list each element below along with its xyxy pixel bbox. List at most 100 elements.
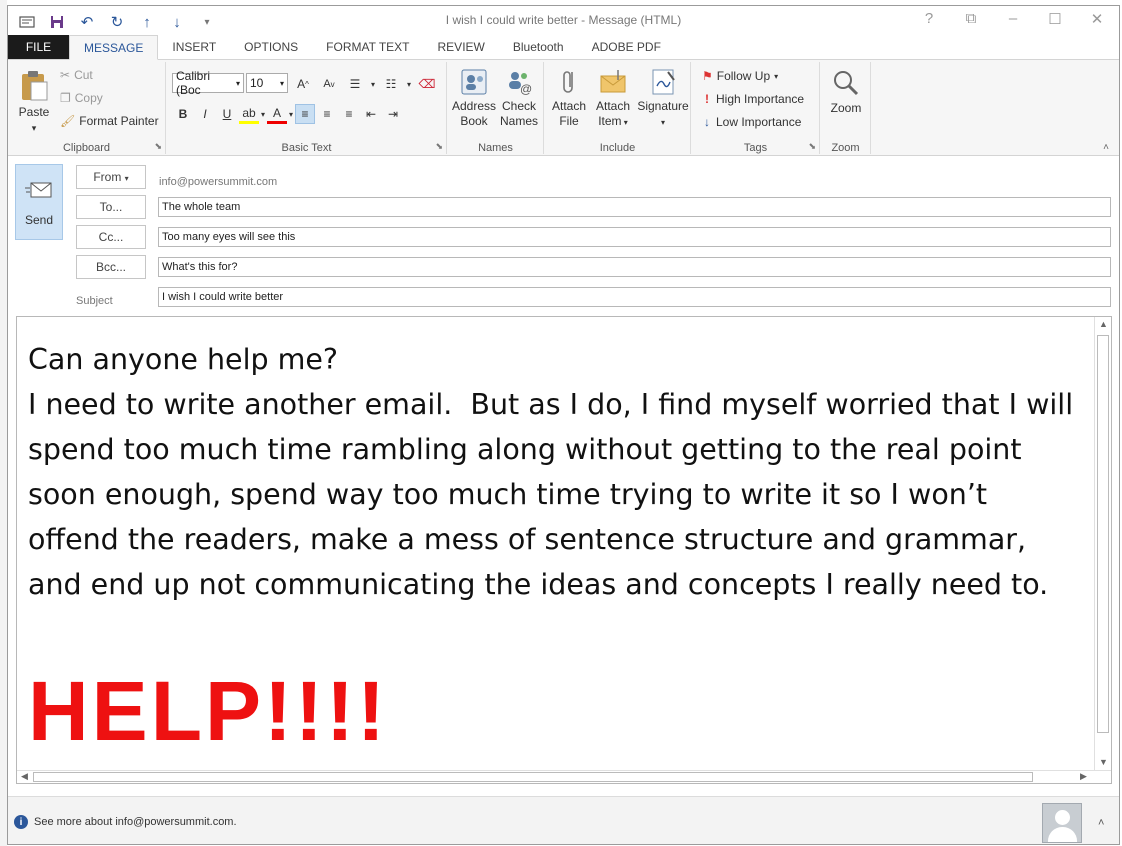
underline-icon[interactable]: U [217,104,237,124]
tab-insert[interactable]: INSERT [158,35,230,59]
zoom-group: Zoom Zoom [821,62,871,154]
attach-file-button[interactable]: Attach File [547,68,591,129]
highlight-dropdown-icon[interactable]: ▾ [261,110,265,119]
zoom-label: Zoom [830,101,862,115]
tab-adobe-pdf[interactable]: ADOBE PDF [578,35,675,59]
high-importance-button[interactable]: ! High Importance [702,92,804,106]
copy-label: Copy [74,91,103,105]
address-book-button[interactable]: Address Book [450,68,498,129]
cut-button[interactable]: ✂ Cut [60,68,93,82]
tab-message[interactable]: MESSAGE [69,35,159,60]
attach-item-button[interactable]: Attach Item ▾ [591,68,635,130]
horizontal-scrollbar[interactable]: ◀ ▶ [17,770,1111,783]
check-names-button[interactable]: @ Check Names [496,68,542,129]
avatar[interactable] [1042,803,1082,843]
message-body[interactable]: Can anyone help me? I need to write anot… [16,316,1112,784]
paperclip-icon [563,71,573,93]
bcc-button[interactable]: Bcc... [76,255,146,279]
title-bar: ↶ ↻ ↑ ↓ ▾ I wish I could write better - … [8,6,1119,36]
to-field[interactable]: The whole team [158,197,1111,217]
names-group-label: Names [478,142,513,154]
check-names-icon: @ [509,72,532,96]
decrease-indent-icon[interactable]: ⇤ [361,104,381,124]
close-icon[interactable]: ✕ [1083,10,1111,28]
scroll-left-icon[interactable]: ◀ [21,771,28,782]
tab-file[interactable]: FILE [8,35,69,59]
tab-format-text[interactable]: FORMAT TEXT [312,35,423,59]
flag-icon: ⚑ [702,69,713,83]
people-pane-info[interactable]: i See more about info@powersummit.com. [14,815,237,829]
clear-formatting-icon[interactable]: ⌫ [417,74,437,94]
shrink-font-icon[interactable]: Av [319,74,339,94]
collapse-ribbon-icon[interactable]: ˄ [1103,142,1109,153]
expand-people-pane-icon[interactable]: ˄ [1098,817,1104,829]
cc-button[interactable]: Cc... [76,225,146,249]
subject-label: Subject [76,295,113,307]
paste-icon [22,71,48,101]
follow-up-label: Follow Up [716,69,771,83]
attach-item-icon [600,70,626,93]
message-header: Send From ▾ info@powersummit.com To... T… [8,157,1119,317]
send-label: Send [24,213,54,227]
send-button[interactable]: Send [15,164,63,240]
grow-font-icon[interactable]: A ^ [293,74,313,94]
font-size-combo[interactable]: 10 ▾ [246,73,288,93]
horizontal-scroll-thumb[interactable] [33,772,1033,782]
vertical-scroll-thumb[interactable] [1097,335,1109,733]
ribbon-display-icon[interactable]: ⧉ [957,10,985,28]
tab-review[interactable]: REVIEW [424,35,499,59]
tab-bluetooth[interactable]: Bluetooth [499,35,578,59]
font-name-combo[interactable]: Calibri (Boc ▾ [172,69,244,97]
to-button[interactable]: To... [76,195,146,219]
signature-button[interactable]: Signature ▾ [637,68,689,130]
scroll-up-icon[interactable]: ▲ [1099,319,1108,329]
low-importance-button[interactable]: ↓ Low Importance [702,115,801,129]
bcc-field[interactable]: What's this for? [158,257,1111,277]
align-left-icon[interactable]: ≡ [295,104,316,124]
tab-options[interactable]: OPTIONS [230,35,312,59]
subject-field[interactable]: I wish I could write better [158,287,1111,307]
numbering-icon[interactable]: ☷ [381,74,401,94]
basic-text-group: Calibri (Boc ▾ 10 ▾ A ^ Av ☰ ▾ ☷ ▾ ⌫ B I U … [167,62,447,154]
cc-field[interactable]: Too many eyes will see this [158,227,1111,247]
help-text: HELP!!!! [28,664,388,758]
people-pane: i See more about info@powersummit.com. ˄ [8,796,1119,844]
font-color-icon[interactable]: A [267,104,288,124]
clipboard-launcher-icon[interactable]: ⬊ [154,141,162,152]
format-painter-button[interactable]: 🖌 Format Painter [60,114,159,128]
scissors-icon: ✂ [60,68,71,82]
include-group-label: Include [599,142,636,154]
numbering-dropdown-icon[interactable]: ▾ [407,80,411,89]
follow-up-button[interactable]: ⚑ Follow Up ▾ [702,69,778,83]
check-names-label: Check [501,99,536,113]
down-arrow-icon: ↓ [704,115,710,129]
attach-file-label-2: File [559,114,579,128]
scroll-right-icon[interactable]: ▶ [1080,771,1087,782]
copy-icon: ❐ [60,91,71,105]
minimize-icon[interactable]: ‒ [999,10,1027,28]
paste-button[interactable]: Paste ▾ [14,70,54,136]
align-center-icon[interactable]: ≡ [317,104,337,124]
help-icon[interactable]: ? [915,10,943,28]
italic-icon[interactable]: I [195,104,215,124]
highlight-icon[interactable]: ab [239,104,259,124]
scroll-down-icon[interactable]: ▼ [1099,757,1108,767]
zoom-button[interactable]: Zoom [825,68,867,116]
vertical-scrollbar[interactable]: ▲ ▼ [1094,317,1111,772]
tags-launcher-icon[interactable]: ⬊ [808,141,816,152]
clipboard-group-label: Clipboard [62,142,111,154]
bold-icon[interactable]: B [173,104,193,124]
bullets-icon[interactable]: ☰ [345,74,365,94]
basic-text-launcher-icon[interactable]: ⬊ [435,141,443,152]
exclamation-icon: ! [705,92,709,106]
bullets-dropdown-icon[interactable]: ▾ [371,80,375,89]
low-importance-label: Low Importance [716,115,802,129]
maximize-icon[interactable]: ☐ [1041,10,1069,28]
attach-file-label: Attach [551,99,587,113]
align-right-icon[interactable]: ≡ [339,104,359,124]
font-color-dropdown-icon[interactable]: ▾ [289,110,293,119]
copy-button[interactable]: ❐ Copy [60,91,103,105]
svg-text:@: @ [520,82,532,96]
increase-indent-icon[interactable]: ⇥ [383,104,403,124]
from-button[interactable]: From ▾ [76,165,146,189]
